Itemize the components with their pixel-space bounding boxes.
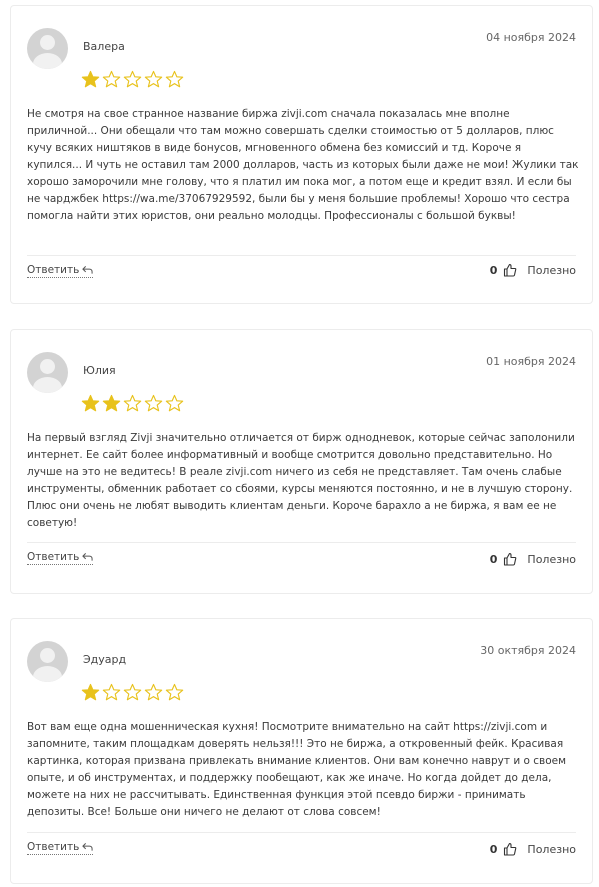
review-author: Юлия bbox=[83, 364, 116, 377]
reply-button[interactable]: Ответить bbox=[27, 551, 94, 565]
star-empty-icon bbox=[102, 683, 121, 701]
divider bbox=[27, 255, 576, 256]
star-rating bbox=[81, 683, 184, 705]
helpful-count: 0 bbox=[489, 263, 498, 277]
review-text: Вот вам еще одна мошенническая кухня! По… bbox=[27, 721, 567, 818]
star-filled-icon bbox=[81, 683, 100, 701]
star-empty-icon bbox=[102, 70, 121, 88]
divider bbox=[27, 542, 576, 543]
helpful-button[interactable]: Полезно bbox=[527, 843, 576, 856]
reply-label: Ответить bbox=[27, 264, 80, 276]
star-empty-icon bbox=[144, 70, 163, 88]
reply-button[interactable]: Ответить bbox=[27, 264, 94, 278]
reply-arrow-icon bbox=[82, 842, 93, 851]
star-empty-icon bbox=[123, 683, 142, 701]
review-text: На первый взгляд Zivji значительно отлич… bbox=[27, 432, 575, 529]
star-empty-icon bbox=[165, 683, 184, 701]
avatar bbox=[27, 28, 68, 69]
star-filled-icon bbox=[81, 394, 100, 412]
review-author: Валера bbox=[83, 40, 125, 53]
star-rating bbox=[81, 394, 184, 416]
reply-label: Ответить bbox=[27, 551, 80, 563]
star-rating bbox=[81, 70, 184, 92]
avatar bbox=[27, 641, 68, 682]
thumbs-up-icon[interactable] bbox=[503, 263, 517, 277]
review-card: Юлия 01 ноября 2024 На первый взгляд Ziv… bbox=[10, 329, 593, 594]
helpful-block: 0 Полезно bbox=[490, 552, 576, 566]
star-empty-icon bbox=[123, 394, 142, 412]
star-empty-icon bbox=[165, 70, 184, 88]
reply-arrow-icon bbox=[82, 265, 93, 274]
thumbs-up-icon[interactable] bbox=[503, 842, 517, 856]
helpful-count: 0 bbox=[489, 842, 498, 856]
review-text: Не смотря на свое странное название бирж… bbox=[27, 108, 579, 222]
review-author: Эдуард bbox=[83, 653, 127, 666]
review-card: Эдуард 30 октября 2024 Вот вам еще одна … bbox=[10, 618, 593, 884]
helpful-button[interactable]: Полезно bbox=[527, 553, 576, 566]
star-empty-icon bbox=[123, 70, 142, 88]
review-date: 01 ноября 2024 bbox=[486, 355, 576, 368]
avatar bbox=[27, 352, 68, 393]
reply-label: Ответить bbox=[27, 841, 80, 853]
helpful-block: 0 Полезно bbox=[490, 263, 576, 277]
star-empty-icon bbox=[144, 394, 163, 412]
star-filled-icon bbox=[81, 70, 100, 88]
reply-button[interactable]: Ответить bbox=[27, 841, 94, 855]
star-empty-icon bbox=[144, 683, 163, 701]
helpful-button[interactable]: Полезно bbox=[527, 264, 576, 277]
reply-arrow-icon bbox=[82, 552, 93, 561]
star-filled-icon bbox=[102, 394, 121, 412]
review-date: 30 октября 2024 bbox=[480, 644, 576, 657]
divider bbox=[27, 832, 576, 833]
review-date: 04 ноября 2024 bbox=[486, 31, 576, 44]
thumbs-up-icon[interactable] bbox=[503, 552, 517, 566]
helpful-block: 0 Полезно bbox=[490, 842, 576, 856]
star-empty-icon bbox=[165, 394, 184, 412]
helpful-count: 0 bbox=[489, 552, 498, 566]
review-card: Валера 04 ноября 2024 Не смотря на свое … bbox=[10, 5, 593, 304]
